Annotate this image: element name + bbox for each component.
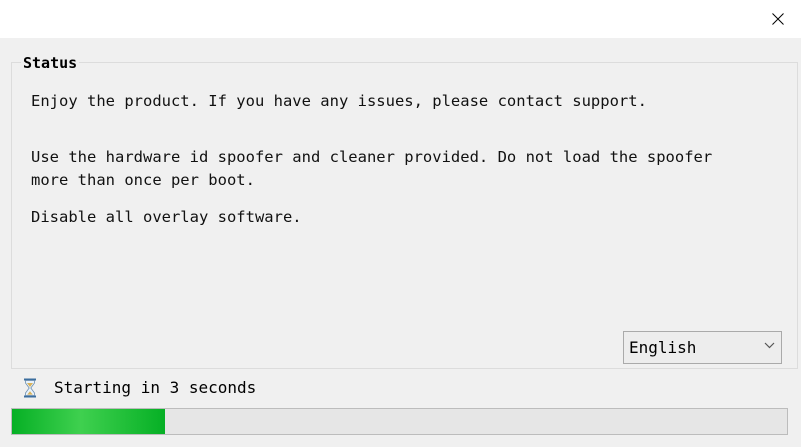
spoofer-message-line-1: Use the hardware id spoofer and cleaner … — [31, 148, 713, 166]
close-button[interactable] — [755, 0, 801, 38]
language-select[interactable]: English — [623, 331, 782, 364]
status-row: Starting in 3 seconds — [11, 369, 798, 407]
language-selected-value: English — [629, 338, 697, 357]
support-message: Enjoy the product. If you have any issue… — [31, 92, 647, 110]
spoofer-message-line-2: more than once per boot. — [31, 171, 255, 189]
title-bar — [0, 0, 801, 38]
client-area: Status Enjoy the product. If you have an… — [0, 38, 801, 447]
chevron-down-icon — [764, 342, 775, 349]
launcher-window: Status Enjoy the product. If you have an… — [0, 0, 801, 447]
hourglass-icon — [24, 378, 36, 398]
status-text: Starting in 3 seconds — [54, 378, 257, 397]
progress-fill — [12, 409, 165, 434]
progress-bar — [11, 408, 788, 435]
close-icon — [772, 13, 784, 25]
overlay-message: Disable all overlay software. — [31, 208, 302, 226]
status-group-title: Status — [21, 53, 80, 73]
